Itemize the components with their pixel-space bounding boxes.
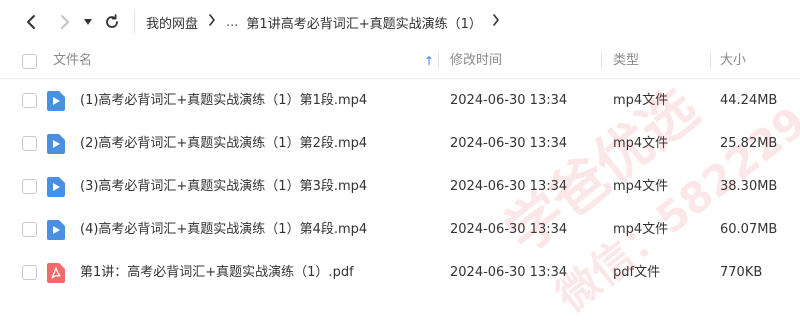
- file-modified-time: 2024-06-30 13:34: [450, 222, 568, 237]
- column-divider[interactable]: [710, 53, 711, 69]
- file-list-header: 文件名 ↑ 修改时间 类型 大小: [0, 44, 800, 79]
- row-checkbox[interactable]: [22, 179, 37, 194]
- table-row[interactable]: 第1讲：高考必背词汇+真题实战演练（1）.pdf 2024-06-30 13:3…: [0, 251, 800, 294]
- breadcrumb-root[interactable]: 我的网盘: [146, 13, 198, 32]
- column-header-size[interactable]: 大小: [720, 44, 746, 78]
- forward-button[interactable]: [54, 10, 76, 34]
- refresh-button[interactable]: [101, 10, 123, 34]
- video-file-icon: [47, 91, 65, 111]
- file-modified-time: 2024-06-30 13:34: [450, 179, 568, 194]
- column-divider[interactable]: [438, 53, 439, 69]
- file-modified-time: 2024-06-30 13:34: [450, 93, 568, 108]
- table-row[interactable]: (4)高考必背词汇+真题实战演练（1）第4段.mp4 2024-06-30 13…: [0, 208, 800, 251]
- row-checkbox[interactable]: [22, 93, 37, 108]
- file-type: mp4文件: [613, 222, 669, 237]
- file-name[interactable]: 第1讲：高考必背词汇+真题实战演练（1）.pdf: [80, 251, 354, 294]
- chevron-right-icon: [208, 14, 216, 30]
- column-header-modified[interactable]: 修改时间: [450, 44, 502, 78]
- video-file-icon: [47, 177, 65, 197]
- file-browser: 我的网盘 ... 第1讲高考必背词汇+真题实战演练（1） 文件名 ↑ 修改时间 …: [0, 0, 800, 321]
- file-type: mp4文件: [613, 179, 669, 194]
- pdf-file-icon: [47, 263, 65, 283]
- sort-ascending-icon[interactable]: ↑: [424, 44, 434, 78]
- table-row[interactable]: (1)高考必背词汇+真题实战演练（1）第1段.mp4 2024-06-30 13…: [0, 79, 800, 122]
- file-modified-time: 2024-06-30 13:34: [450, 136, 568, 151]
- back-arrow-icon: [27, 15, 35, 29]
- navigation-bar: 我的网盘 ... 第1讲高考必背词汇+真题实战演练（1）: [0, 0, 800, 44]
- file-type: mp4文件: [613, 93, 669, 108]
- file-size: 38.30MB: [720, 179, 778, 194]
- breadcrumb-current[interactable]: 第1讲高考必背词汇+真题实战演练（1）: [246, 13, 481, 32]
- history-dropdown-button[interactable]: [80, 10, 96, 34]
- file-name[interactable]: (4)高考必背词汇+真题实战演练（1）第4段.mp4: [80, 208, 367, 251]
- chevron-right-icon[interactable]: [492, 14, 500, 30]
- select-all-checkbox[interactable]: [22, 54, 37, 69]
- nav-divider: [134, 10, 135, 34]
- video-file-icon: [47, 134, 65, 154]
- breadcrumb: 我的网盘 ... 第1讲高考必背词汇+真题实战演练（1）: [146, 0, 510, 44]
- column-header-type[interactable]: 类型: [613, 44, 639, 78]
- column-header-name[interactable]: 文件名: [53, 44, 92, 78]
- file-modified-time: 2024-06-30 13:34: [450, 265, 568, 280]
- file-name[interactable]: (1)高考必背词汇+真题实战演练（1）第1段.mp4: [80, 79, 367, 122]
- refresh-icon: [106, 14, 118, 28]
- back-button[interactable]: [20, 10, 42, 34]
- table-row[interactable]: (2)高考必背词汇+真题实战演练（1）第2段.mp4 2024-06-30 13…: [0, 122, 800, 165]
- file-size: 60.07MB: [720, 222, 778, 237]
- row-checkbox[interactable]: [22, 222, 37, 237]
- forward-arrow-icon: [61, 15, 69, 29]
- row-checkbox[interactable]: [22, 265, 37, 280]
- file-list: (1)高考必背词汇+真题实战演练（1）第1段.mp4 2024-06-30 13…: [0, 79, 800, 294]
- breadcrumb-ellipsis[interactable]: ...: [226, 15, 238, 30]
- column-divider[interactable]: [601, 53, 602, 69]
- file-name[interactable]: (2)高考必背词汇+真题实战演练（1）第2段.mp4: [80, 122, 367, 165]
- video-file-icon: [47, 220, 65, 240]
- file-size: 770KB: [720, 265, 763, 280]
- file-type: pdf文件: [613, 265, 661, 280]
- file-type: mp4文件: [613, 136, 669, 151]
- row-checkbox[interactable]: [22, 136, 37, 151]
- file-size: 25.82MB: [720, 136, 778, 151]
- file-name[interactable]: (3)高考必背词汇+真题实战演练（1）第3段.mp4: [80, 165, 367, 208]
- caret-down-icon: [84, 19, 92, 25]
- table-row[interactable]: (3)高考必背词汇+真题实战演练（1）第3段.mp4 2024-06-30 13…: [0, 165, 800, 208]
- file-size: 44.24MB: [720, 93, 778, 108]
